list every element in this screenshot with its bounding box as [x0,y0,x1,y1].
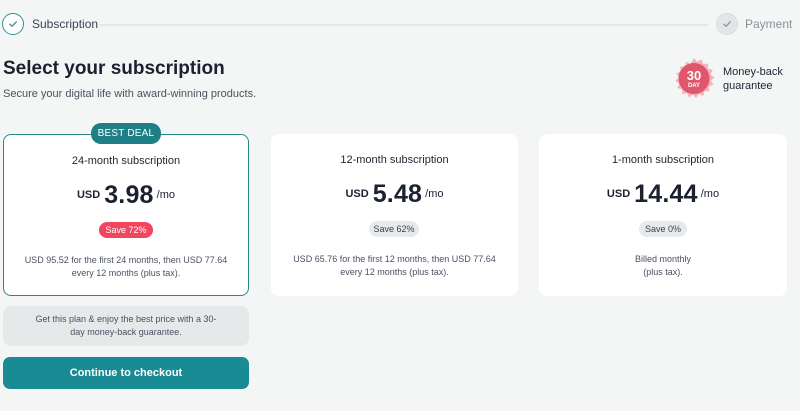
plan-name: 1-month subscription [611,154,715,166]
plan-name: 24-month subscription [71,155,181,167]
billing-line-2: every 12 months (plus tax). [71,268,181,278]
plan-price: USD 3.98 /mo [4,179,248,211]
page-subtitle: Secure your digital life with award-winn… [3,88,257,100]
step-label-payment: Payment [745,17,793,31]
plan-billing-note: USD 65.76 for the first 12 months, then … [285,253,504,279]
step-completed-indicator [2,13,24,35]
price-period: /mo [700,188,720,200]
checkout-stepper: Subscription Payment [0,0,800,50]
page-title: Select your subscription [3,58,225,79]
step-label-subscription: Subscription [32,17,99,31]
plan-promo-note: Get this plan & enjoy the best price wit… [3,306,249,346]
step-pending-indicator [716,13,738,35]
billing-line-1: USD 65.76 for the first 12 months, then … [293,254,496,264]
continue-to-checkout-button[interactable]: Continue to checkout [3,357,249,389]
save-badge: Save 0% [639,221,687,237]
billing-line-2: every 12 months (plus tax). [340,267,449,277]
guarantee-line-1: Money-back [723,66,783,78]
plan-price: USD 14.44 /mo [539,178,787,210]
plan-card-1-month[interactable]: 1-month subscription USD 14.44 /mo Save … [539,134,787,296]
plan-price: USD 5.48 /mo [271,178,518,210]
price-period: /mo [156,189,176,201]
plan-card-12-month[interactable]: 12-month subscription USD 5.48 /mo Save … [271,134,518,296]
money-back-guarantee-text: Money-back guarantee [723,65,793,93]
check-icon [723,21,731,27]
save-badge: Save 72% [99,222,153,238]
price-amount: 3.98 [104,180,154,209]
plan-name: 12-month subscription [340,154,449,166]
badge-unit: DAY [687,83,701,89]
stepper-progress-line [100,24,708,26]
price-amount: 14.44 [634,179,698,208]
billing-line-1: USD 95.52 for the first 24 months, then … [24,255,228,265]
price-currency: USD [345,188,369,200]
billing-line-1: Billed monthly [634,254,692,264]
money-back-badge: 30 DAY [673,58,715,100]
best-deal-ribbon: BEST DEAL [91,123,161,144]
check-icon [9,21,17,27]
guarantee-line-2: guarantee [723,80,773,92]
price-amount: 5.48 [372,179,423,208]
price-currency: USD [76,189,101,201]
billing-line-2: (plus tax). [643,267,683,277]
plan-billing-note: Billed monthly (plus tax). [553,253,773,279]
badge-text: 30 DAY [673,58,715,100]
plan-billing-note: USD 95.52 for the first 24 months, then … [18,254,234,280]
save-badge: Save 62% [369,221,419,237]
price-currency: USD [606,188,631,200]
price-period: /mo [425,188,444,200]
plan-card-24-month[interactable]: 24-month subscription USD 3.98 /mo Save … [3,134,249,296]
badge-number: 30 [686,68,702,83]
